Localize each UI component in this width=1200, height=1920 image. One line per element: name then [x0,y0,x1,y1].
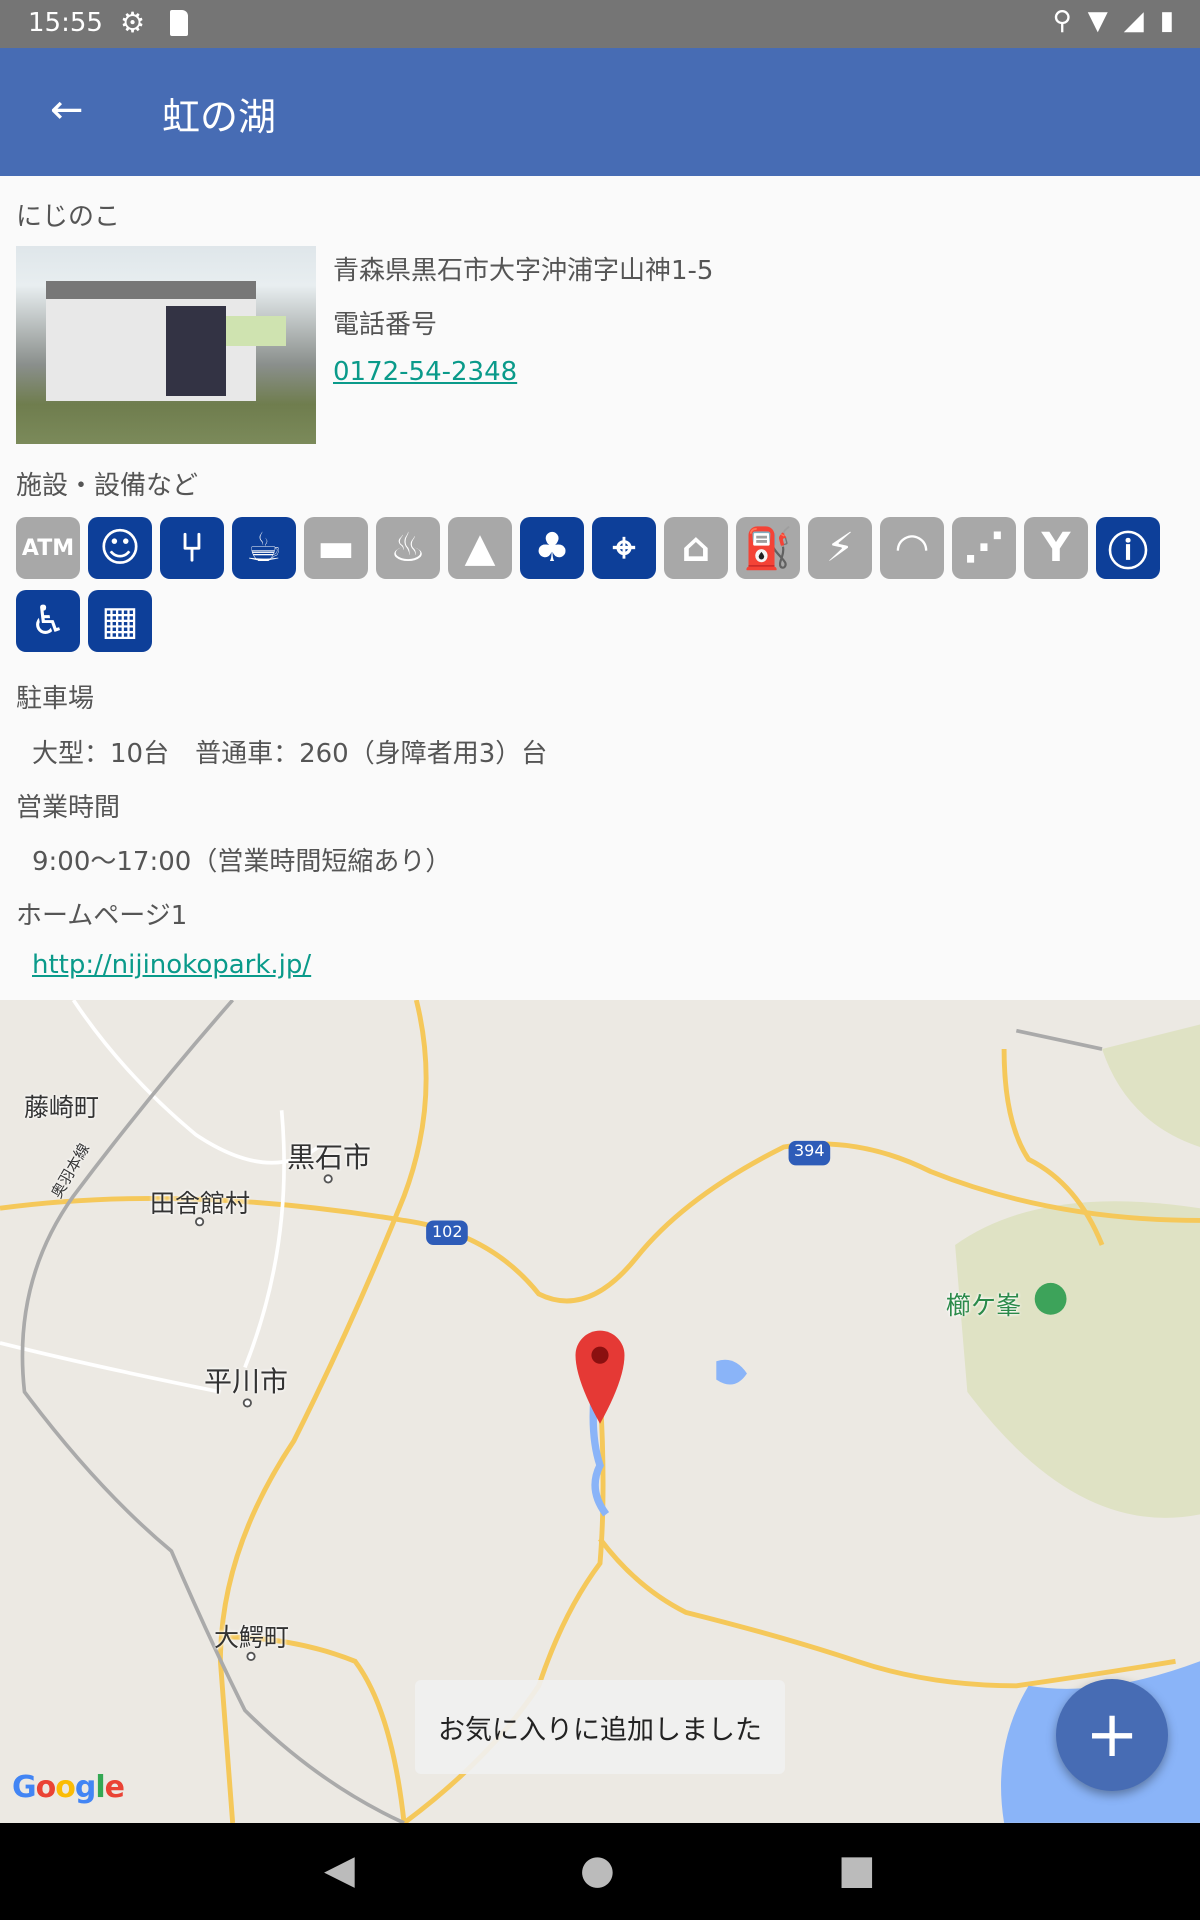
battery-icon: ▮ [1159,6,1174,36]
clock: 15:55 [28,8,103,38]
parking-value: 大型：10台 普通車：260（身障者用3）台 [32,739,548,769]
navigation-bar: ◀ ● ■ [0,1823,1200,1920]
location-icon: ⚲ [1052,6,1072,36]
status-bar: 15:55 ⚙ ⚲ ▼ ◢ ▮ [0,0,1200,48]
map-label: 平川市 [204,1365,289,1398]
facility-reading: にじのこ [16,202,121,232]
homepage-label: ホームページ1 [16,901,188,931]
add-button[interactable]: + [1056,1679,1168,1791]
camping-icon: ▲ [448,517,512,579]
app-bar: ← 虹の湖 [0,48,1200,176]
restaurant-icon: ⑂ [160,517,224,579]
facility-photo [16,246,316,444]
telescope-icon: ⌖ [592,517,656,579]
map-label: 藤崎町 [24,1093,100,1122]
back-button[interactable]: ← [50,88,84,132]
homepage-link[interactable]: http://nijinokopark.jp/ [32,950,311,980]
route-shield: 102 [432,1222,463,1241]
hours-value: 9:00〜17:00（営業時間短縮あり） [32,847,452,877]
shop-icon: ▦ [88,590,152,652]
info-icon: ⓘ [1096,517,1160,579]
nav-recents-icon[interactable]: ■ [838,1847,876,1893]
address: 青森県黒石市大字沖浦字山神1-5 [333,256,714,286]
sd-card-icon [170,10,188,36]
snackbar: お気に入りに追加しました [415,1680,785,1774]
google-logo: Google [12,1770,125,1805]
map-label: 大鰐町 [214,1623,290,1652]
nav-home-icon[interactable]: ● [580,1847,615,1893]
map-marker [575,1330,625,1424]
gas-station-icon: ⛽ [736,517,800,579]
baby-icon: ☺ [88,517,152,579]
atm-icon: ATM [16,517,80,579]
parking-label: 駐車場 [16,684,95,714]
wheelchair-icon: ♿ [16,590,80,652]
page-title: 虹の湖 [162,95,277,139]
map-label: 櫛ケ峯 [946,1291,1022,1320]
museum-icon: ⌂ [664,517,728,579]
route-shield: 394 [794,1141,825,1160]
map-label: 黒石市 [287,1141,372,1174]
nav-back-icon[interactable]: ◀ [324,1847,355,1893]
phone-link[interactable]: 0172-54-2348 [333,357,517,387]
map-label: 田舎館村 [150,1189,251,1218]
cafe-icon: ☕ [232,517,296,579]
settings-icon: ⚙ [120,6,146,39]
amenity-icons: ATM ☺ ⑂ ☕ ▬ ♨ ▲ ♣ ⌖ ⌂ ⛽ ⚡ ◠ ⋰ Yⓘ ♿ ▦ [16,517,1196,652]
signal-icon: ◢ [1123,6,1144,36]
hours-label: 営業時間 [16,793,121,823]
bed-icon: ▬ [304,517,368,579]
playground-icon: Y [1024,517,1088,579]
hot-spring-icon: ♨ [376,517,440,579]
shower-icon: ⋰ [952,517,1016,579]
ev-charger-icon: ⚡ [808,517,872,579]
wifi-icon: ▼ [1087,6,1108,36]
amenities-label: 施設・設備など [16,471,199,501]
wifi-icon: ◠ [880,517,944,579]
park-icon: ♣ [520,517,584,579]
phone-label: 電話番号 [333,310,438,340]
